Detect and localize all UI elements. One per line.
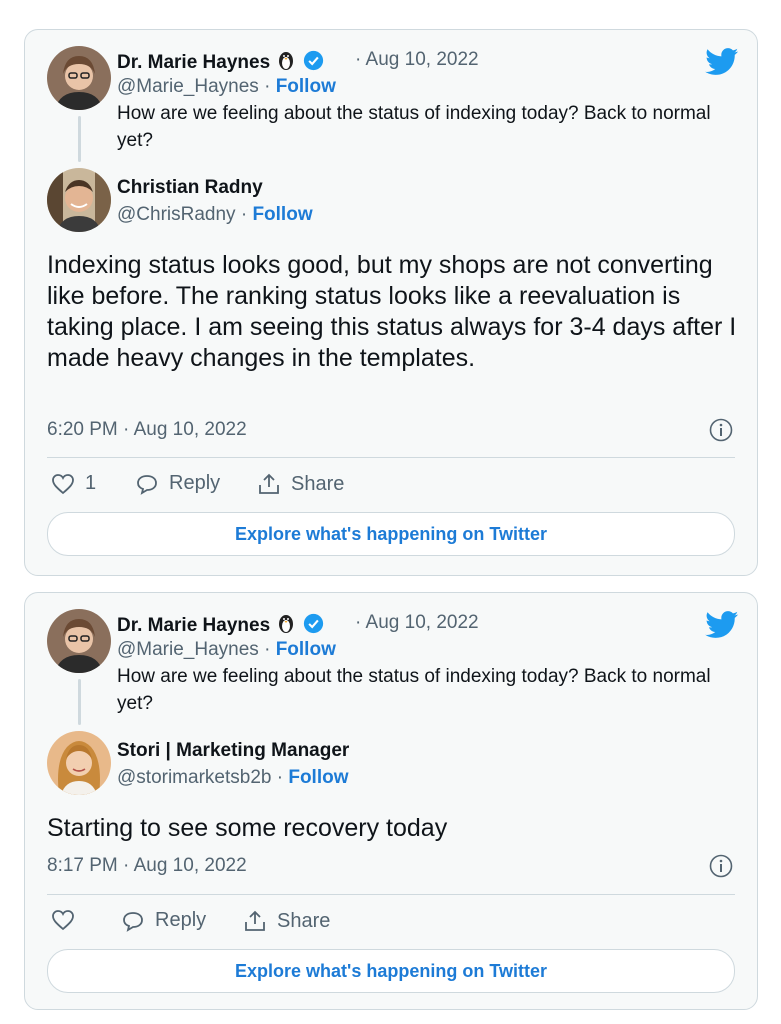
quoted-tweet-text: How are we feeling about the status of i…: [117, 103, 711, 151]
share-label: Share: [291, 472, 345, 495]
quoted-author-name[interactable]: Dr. Marie Haynes: [117, 52, 270, 73]
reply-author-name[interactable]: Stori | Marketing Manager: [117, 740, 349, 762]
heart-icon: [52, 473, 74, 494]
separator: ·: [264, 639, 271, 660]
follow-button[interactable]: Follow: [276, 639, 336, 660]
reply-button[interactable]: Reply: [135, 472, 220, 495]
tweet-timestamp[interactable]: 8:17 PM · Aug 10, 2022: [47, 855, 247, 877]
follow-button[interactable]: Follow: [252, 204, 312, 225]
reply-bubble-icon: [137, 474, 157, 495]
separator: ·: [240, 204, 248, 225]
quoted-author[interactable]: Dr. Marie Haynes: [117, 612, 324, 637]
reply-tweet-text: Starting to see some recovery today: [47, 814, 448, 842]
avatar[interactable]: [47, 731, 111, 795]
reply-label: Reply: [155, 909, 207, 931]
reply-handle[interactable]: @storimarketsb2b: [117, 767, 271, 788]
divider: [47, 894, 735, 895]
penguin-icon: [279, 52, 294, 70]
tweet-card: Dr. Marie Haynes · Aug 10, 2022 @Marie_H…: [24, 29, 758, 576]
follow-button[interactable]: Follow: [276, 76, 336, 97]
explore-button[interactable]: Explore what's happening on Twitter: [47, 512, 735, 556]
follow-button[interactable]: Follow: [288, 767, 348, 788]
verified-badge-icon: [303, 613, 323, 634]
penguin-icon: [279, 615, 294, 633]
avatar[interactable]: [47, 168, 111, 232]
tweet-card: Dr. Marie Haynes · Aug 10, 2022 @Marie_H…: [24, 592, 758, 1010]
twitter-bird-icon[interactable]: [705, 48, 739, 76]
reply-author-name[interactable]: Christian Radny: [117, 177, 263, 199]
share-icon: [245, 910, 265, 931]
quoted-handle[interactable]: @Marie_Haynes: [117, 76, 259, 97]
like-count: 1: [85, 472, 97, 494]
info-icon[interactable]: [709, 854, 733, 878]
quoted-author[interactable]: Dr. Marie Haynes: [117, 49, 324, 74]
separator: ·: [264, 76, 271, 97]
share-icon: [259, 473, 279, 494]
share-button[interactable]: Share: [243, 909, 330, 933]
twitter-bird-icon[interactable]: [705, 611, 739, 639]
share-label: Share: [277, 909, 331, 932]
reply-tweet-text: Indexing status looks good, but my shops…: [47, 251, 737, 372]
tweet-timestamp[interactable]: 6:20 PM · Aug 10, 2022: [47, 419, 247, 441]
divider: [47, 457, 735, 458]
quoted-author-name[interactable]: Dr. Marie Haynes: [117, 615, 270, 636]
verified-badge-icon: [303, 50, 323, 71]
separator: ·: [276, 767, 284, 788]
avatar[interactable]: [47, 46, 111, 110]
reply-bubble-icon: [123, 911, 143, 932]
quoted-handle-row: @Marie_Haynes · Follow: [117, 639, 336, 661]
thread-line: [78, 679, 81, 725]
reply-handle-row: @ChrisRadny · Follow: [117, 204, 313, 226]
quoted-date[interactable]: · Aug 10, 2022: [355, 612, 479, 634]
quoted-handle[interactable]: @Marie_Haynes: [117, 639, 259, 660]
reply-button[interactable]: Reply: [121, 909, 206, 932]
like-button[interactable]: 1: [51, 472, 96, 495]
avatar[interactable]: [47, 609, 111, 673]
explore-button[interactable]: Explore what's happening on Twitter: [47, 949, 735, 993]
reply-handle[interactable]: @ChrisRadny: [117, 204, 236, 225]
heart-icon: [52, 910, 74, 931]
info-icon[interactable]: [709, 418, 733, 442]
like-button[interactable]: [51, 909, 85, 931]
reply-label: Reply: [169, 472, 221, 494]
quoted-tweet-text: How are we feeling about the status of i…: [117, 666, 711, 714]
quoted-handle-row: @Marie_Haynes · Follow: [117, 76, 336, 98]
share-button[interactable]: Share: [257, 472, 344, 496]
thread-line: [78, 116, 81, 162]
quoted-date[interactable]: · Aug 10, 2022: [355, 49, 479, 71]
reply-handle-row: @storimarketsb2b · Follow: [117, 767, 349, 789]
